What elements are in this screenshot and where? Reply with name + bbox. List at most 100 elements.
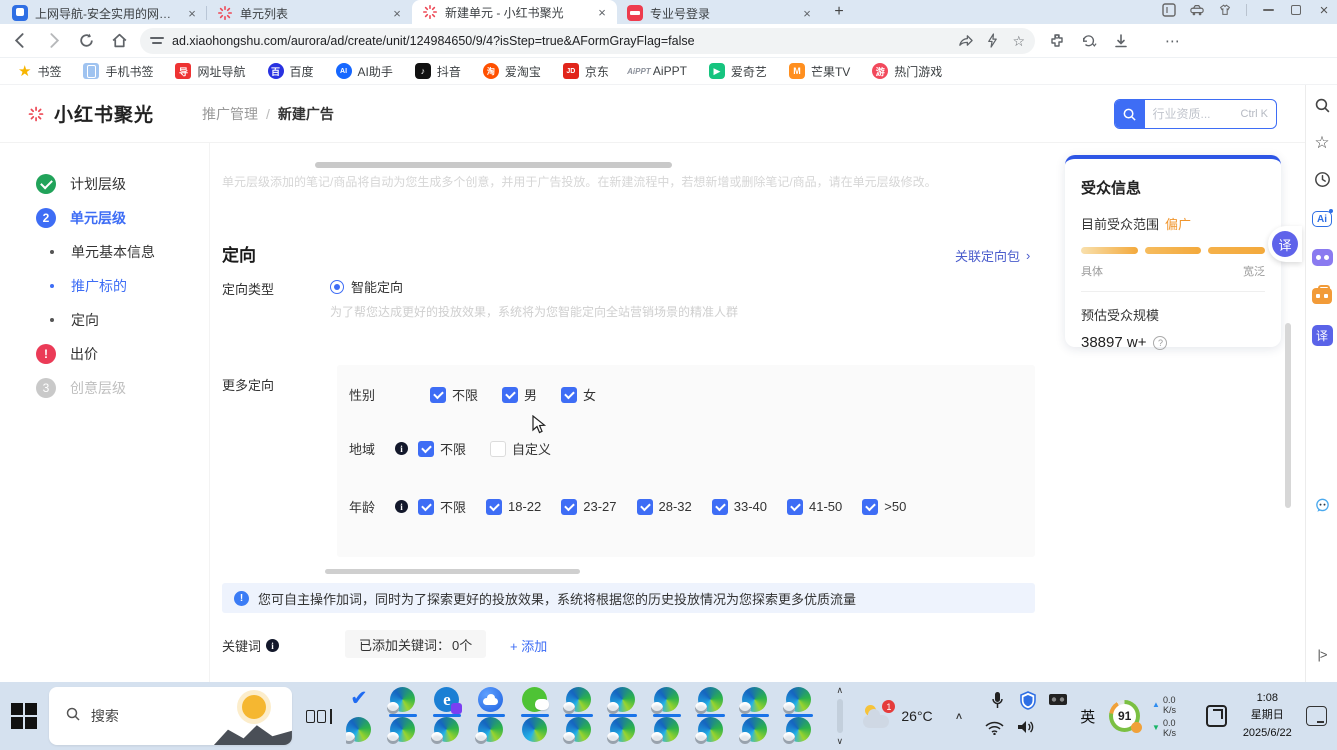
edge-window[interactable] <box>478 717 504 742</box>
edge-window[interactable] <box>698 717 724 742</box>
add-keyword-button[interactable]: + 添加 <box>510 636 547 655</box>
favorites-star-icon[interactable]: ☆ <box>1306 133 1337 153</box>
checkbox-checked-icon[interactable] <box>561 387 577 403</box>
refresh-icon[interactable] <box>73 28 99 54</box>
edge-window[interactable] <box>566 687 592 717</box>
wechat-app[interactable] <box>522 687 548 717</box>
checkbox-checked-icon[interactable] <box>418 441 434 457</box>
split-screen-icon[interactable] <box>1162 3 1176 17</box>
screenshot-tool-icon[interactable] <box>1206 705 1227 727</box>
translate-fab[interactable]: 译 <box>1268 226 1302 262</box>
tab-pro-login[interactable]: 专业号登录 × <box>617 2 822 24</box>
radio-selected-icon[interactable] <box>330 280 344 294</box>
security-shield-icon[interactable] <box>1019 691 1037 710</box>
edge-window[interactable] <box>346 717 372 742</box>
new-tab-button[interactable]: + <box>830 3 848 21</box>
checkbox-checked-icon[interactable] <box>502 387 518 403</box>
check-app[interactable]: ✔ <box>346 687 372 711</box>
input-method-indicator[interactable]: 英 <box>1080 706 1095 727</box>
site-permissions-icon[interactable] <box>150 37 164 43</box>
quark-window[interactable] <box>478 687 504 717</box>
step-plan-level[interactable]: 计划层级 <box>0 167 209 201</box>
taskbar-clock[interactable]: 1:08 星期日 2025/6/22 <box>1243 690 1292 741</box>
checkbox-age-50plus[interactable]: >50 <box>862 499 906 515</box>
notification-center-icon[interactable] <box>1306 706 1327 726</box>
forward-icon[interactable] <box>40 28 66 54</box>
toolbox-icon[interactable] <box>1306 288 1337 304</box>
info-icon[interactable]: i <box>266 639 279 652</box>
bookmark-item[interactable]: 游热门游戏 <box>872 63 942 80</box>
taskbar-icons-scrollbar[interactable]: ∧ ∨ <box>834 685 846 747</box>
battery-ring[interactable]: 91 <box>1109 700 1140 732</box>
edge-window[interactable] <box>566 717 592 742</box>
taskbar-search[interactable]: 搜索 <box>49 687 292 745</box>
ie-edge-window[interactable]: e <box>434 687 460 717</box>
minimize-button[interactable] <box>1261 3 1275 17</box>
checkbox-checked-icon[interactable] <box>637 499 653 515</box>
tab-close-icon[interactable]: × <box>595 5 609 20</box>
info-icon[interactable]: i <box>395 442 408 455</box>
checkbox-checked-icon[interactable] <box>712 499 728 515</box>
edge-window[interactable] <box>522 717 548 742</box>
search-icon[interactable] <box>1115 99 1145 129</box>
share-icon[interactable] <box>958 33 973 48</box>
edge-window[interactable] <box>610 717 636 742</box>
step-targeting[interactable]: 定向 <box>0 303 209 337</box>
gamepad-icon[interactable] <box>1306 249 1337 266</box>
ai-panel-icon[interactable]: Ai <box>1306 211 1337 227</box>
reader-lightning-icon[interactable] <box>986 33 999 48</box>
checkbox-unchecked-icon[interactable] <box>490 441 506 457</box>
tape-drive-icon[interactable] <box>1049 693 1069 706</box>
maximize-button[interactable] <box>1289 3 1303 17</box>
checkbox-gender-female[interactable]: 女 <box>561 385 596 404</box>
tab-close-icon[interactable]: × <box>185 6 199 21</box>
step-creative-level[interactable]: 3创意层级 <box>0 371 209 405</box>
edge-window[interactable] <box>654 687 680 717</box>
weather-widget[interactable]: 1 26°C <box>863 704 932 728</box>
extension-icon[interactable] <box>1049 33 1065 49</box>
checkbox-checked-icon[interactable] <box>561 499 577 515</box>
checkbox-age-33-40[interactable]: 33-40 <box>712 499 767 515</box>
tab-close-icon[interactable]: × <box>390 6 404 21</box>
checkbox-checked-icon[interactable] <box>862 499 878 515</box>
edge-window[interactable] <box>390 717 416 742</box>
checkbox-gender-unlimited[interactable]: 不限 <box>430 385 478 404</box>
bookmark-item[interactable]: AIAI助手 <box>336 63 393 80</box>
edge-window[interactable] <box>742 717 768 742</box>
radio-smart-targeting[interactable]: 智能定向 <box>330 277 403 296</box>
history-dropdown-icon[interactable] <box>1081 33 1097 49</box>
step-unit-level[interactable]: 2单元层级 <box>0 201 209 235</box>
step-unit-basic-info[interactable]: 单元基本信息 <box>0 235 209 269</box>
checkbox-age-unlimited[interactable]: 不限 <box>418 497 466 516</box>
bookmark-item[interactable]: M芒果TV <box>789 63 850 80</box>
checkbox-region-unlimited[interactable]: 不限 <box>418 439 466 458</box>
bookmark-item[interactable]: 导网址导航 <box>175 63 245 80</box>
start-button[interactable] <box>10 701 39 731</box>
microphone-icon[interactable] <box>991 691 1004 711</box>
back-icon[interactable] <box>7 28 33 54</box>
edge-window[interactable] <box>786 687 812 717</box>
checkbox-checked-icon[interactable] <box>430 387 446 403</box>
chat-assistant-icon[interactable] <box>1306 497 1337 514</box>
edge-window[interactable] <box>390 687 416 717</box>
checkbox-checked-icon[interactable] <box>486 499 502 515</box>
checkbox-age-28-32[interactable]: 28-32 <box>637 499 692 515</box>
search-icon[interactable] <box>1306 97 1337 114</box>
home-icon[interactable] <box>106 28 132 54</box>
download-icon[interactable] <box>1113 33 1129 49</box>
edge-window[interactable] <box>742 687 768 717</box>
checkbox-age-23-27[interactable]: 23-27 <box>561 499 616 515</box>
bookmark-item[interactable]: ▶爱奇艺 <box>709 63 767 80</box>
theme-shirt-icon[interactable] <box>1218 3 1232 17</box>
more-menu-icon[interactable]: ⋯ <box>1165 32 1181 50</box>
bookmark-item[interactable]: JD京东 <box>563 63 609 80</box>
tab-new-unit-active[interactable]: 新建单元 - 小红书聚光 × <box>412 0 617 24</box>
page-vertical-scrollbar[interactable] <box>1285 323 1291 508</box>
search-input[interactable] <box>1145 107 1241 121</box>
task-view-button[interactable] <box>306 709 332 724</box>
bookmark-item[interactable]: AiPPTAiPPT <box>631 63 687 79</box>
step-bidding[interactable]: !出价 <box>0 337 209 371</box>
bookmark-item[interactable]: 手机书签 <box>83 63 153 80</box>
bookmark-item[interactable]: 百百度 <box>268 63 314 80</box>
checkbox-age-18-22[interactable]: 18-22 <box>486 499 541 515</box>
